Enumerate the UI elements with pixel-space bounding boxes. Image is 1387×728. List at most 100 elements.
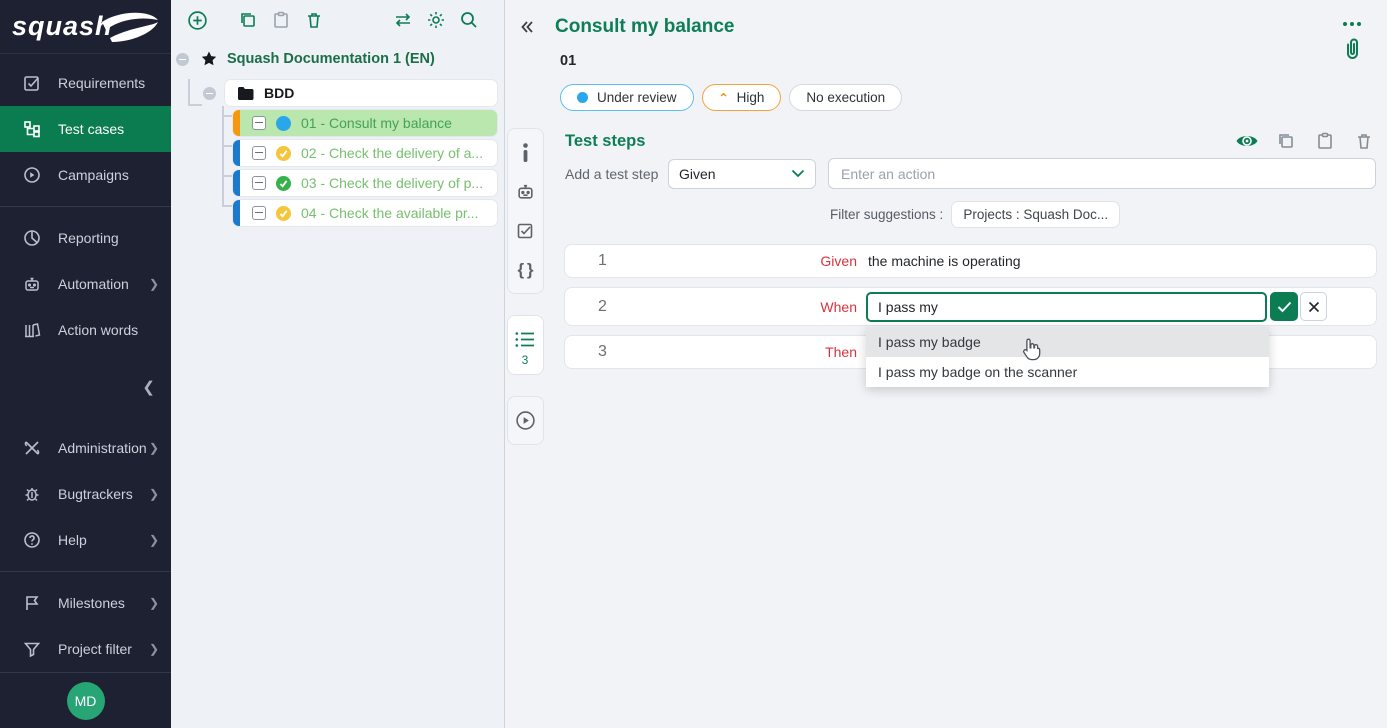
step-edit-input[interactable] — [866, 292, 1267, 322]
sidebar-item-project-filter[interactable]: Project filter ❯ — [0, 626, 171, 672]
approved-bar — [233, 140, 240, 166]
collapse-node-icon[interactable] — [203, 87, 216, 100]
sidebar-item-label: Bugtrackers — [58, 486, 133, 502]
paste-icon[interactable] — [269, 8, 293, 32]
copy-icon[interactable] — [236, 8, 260, 32]
copy-steps-icon[interactable] — [1274, 129, 1298, 153]
tree-panel: Squash Documentation 1 (EN) BDD 01 - Con… — [171, 0, 505, 728]
collapse-step-icon[interactable] — [252, 146, 266, 160]
sidebar-collapse-button[interactable]: ❮ — [0, 367, 171, 407]
sidebar-item-campaigns[interactable]: Campaigns — [0, 152, 171, 198]
under-review-dot-icon — [577, 92, 588, 103]
delete-icon[interactable] — [302, 8, 326, 32]
import-export-icon[interactable] — [391, 8, 415, 32]
sidebar-item-action-words[interactable]: Action words — [0, 307, 171, 353]
tree-folder-row[interactable]: BDD — [225, 80, 497, 106]
filter-project-chip[interactable]: Projects : Squash Doc... — [951, 201, 1120, 228]
chip-label: High — [737, 90, 765, 105]
status-partial-icon — [276, 146, 291, 161]
search-icon[interactable] — [457, 8, 481, 32]
more-options-icon[interactable] — [1343, 18, 1361, 30]
sidebar-item-requirements[interactable]: Requirements — [0, 60, 171, 106]
filter-suggestions-label: Filter suggestions : — [830, 207, 943, 222]
chip-label: No execution — [806, 90, 885, 105]
step-number: 3 — [565, 343, 640, 361]
squash-app: squash Requirements Test cases Campaign — [0, 0, 1387, 728]
section-title: Test steps — [565, 132, 645, 151]
collapse-panel-icon[interactable] — [516, 16, 538, 38]
test-case-reference: 01 — [560, 53, 1387, 69]
favorite-star-icon — [200, 50, 218, 68]
user-avatar[interactable]: MD — [67, 682, 105, 720]
settings-gear-icon[interactable] — [424, 8, 448, 32]
collapse-step-icon[interactable] — [252, 206, 266, 220]
attachments-paperclip-icon[interactable] — [1341, 36, 1363, 67]
sidebar-footer: MD — [0, 672, 171, 728]
main-panel: Consult my balance 01 Under review ⌃ Hig… — [505, 0, 1387, 728]
tree-item-test-case-03[interactable]: 03 - Check the delivery of p... — [233, 170, 497, 196]
chevron-right-icon: ❯ — [149, 441, 159, 455]
keyword-select[interactable]: Given — [668, 159, 816, 189]
autocomplete-option-2[interactable]: I pass my badge on the scanner — [866, 357, 1269, 387]
chevron-right-icon: ❯ — [149, 596, 159, 610]
sidebar-item-label: Campaigns — [58, 167, 129, 183]
step-action-text: the machine is operating — [868, 253, 1376, 269]
reporting-icon — [22, 229, 41, 248]
sidebar-item-reporting[interactable]: Reporting — [0, 215, 171, 261]
status-chip-under-review[interactable]: Under review — [560, 84, 694, 111]
sidebar-item-help[interactable]: Help ❯ — [0, 517, 171, 563]
sidebar-item-label: Requirements — [58, 75, 145, 91]
sidebar-item-test-cases[interactable]: Test cases — [0, 106, 171, 152]
add-icon[interactable] — [185, 8, 209, 32]
sidebar-item-milestones[interactable]: Milestones ❯ — [0, 580, 171, 626]
collapse-step-icon[interactable] — [252, 116, 266, 130]
approved-bar — [233, 170, 240, 196]
approved-bar — [233, 200, 240, 226]
high-importance-icon: ⌃ — [719, 91, 729, 105]
sidebar-item-label: Action words — [58, 322, 138, 338]
new-action-input[interactable] — [828, 158, 1376, 189]
sidebar-divider — [0, 206, 171, 207]
verified-requirements-icon[interactable] — [509, 211, 542, 250]
steps-list: 1 Given the machine is operating 2 When — [565, 245, 1376, 368]
parameters-braces-icon[interactable]: { } — [509, 250, 542, 289]
cancel-step-button[interactable] — [1300, 292, 1327, 321]
page-title: Consult my balance — [555, 16, 735, 38]
step-row-1[interactable]: 1 Given the machine is operating — [565, 245, 1376, 277]
collapse-node-icon[interactable] — [176, 53, 189, 66]
delete-steps-icon[interactable] — [1352, 129, 1376, 153]
campaigns-icon — [22, 166, 41, 185]
tree-item-test-case-02[interactable]: 02 - Check the delivery of a... — [233, 140, 497, 166]
preview-eye-icon[interactable] — [1235, 129, 1259, 153]
confirm-step-button[interactable] — [1270, 292, 1298, 321]
step-keyword: Given — [640, 253, 857, 269]
logo-text: squash — [12, 11, 113, 42]
anchor-group-steps: 3 — [507, 315, 544, 375]
automation-anchor-icon[interactable] — [509, 172, 542, 211]
sidebar-item-bugtrackers[interactable]: Bugtrackers ❯ — [0, 471, 171, 517]
paste-steps-icon[interactable] — [1313, 129, 1337, 153]
step-row-2[interactable]: 2 When — [565, 288, 1376, 325]
collapse-step-icon[interactable] — [252, 176, 266, 190]
step-number: 2 — [565, 298, 640, 316]
executions-play-icon[interactable] — [509, 401, 542, 440]
sidebar-item-administration[interactable]: Administration ❯ — [0, 425, 171, 471]
sidebar-item-automation[interactable]: Automation ❯ — [0, 261, 171, 307]
tree-item-test-case-04[interactable]: 04 - Check the available pr... — [233, 200, 497, 226]
status-success-icon — [276, 176, 291, 191]
test-case-header: Consult my balance 01 Under review ⌃ Hig… — [505, 0, 1387, 111]
action-autocomplete-dropdown: I pass my badge I pass my badge on the s… — [866, 327, 1269, 387]
tree-item-label: 02 - Check the delivery of a... — [301, 145, 483, 161]
tree-item-label: 04 - Check the available pr... — [301, 205, 478, 221]
help-icon — [22, 531, 41, 550]
action-words-icon — [22, 321, 41, 340]
tree-project-row[interactable]: Squash Documentation 1 (EN) — [171, 46, 504, 72]
autocomplete-option-1[interactable]: I pass my badge — [866, 327, 1269, 357]
project-filter-icon — [22, 640, 41, 659]
chip-label: Under review — [597, 90, 677, 105]
information-icon[interactable] — [509, 133, 542, 172]
tree-item-test-case-01[interactable]: 01 - Consult my balance — [233, 110, 497, 136]
chevron-down-icon — [791, 169, 805, 178]
importance-chip-high[interactable]: ⌃ High — [702, 84, 782, 111]
folder-icon — [237, 86, 254, 101]
